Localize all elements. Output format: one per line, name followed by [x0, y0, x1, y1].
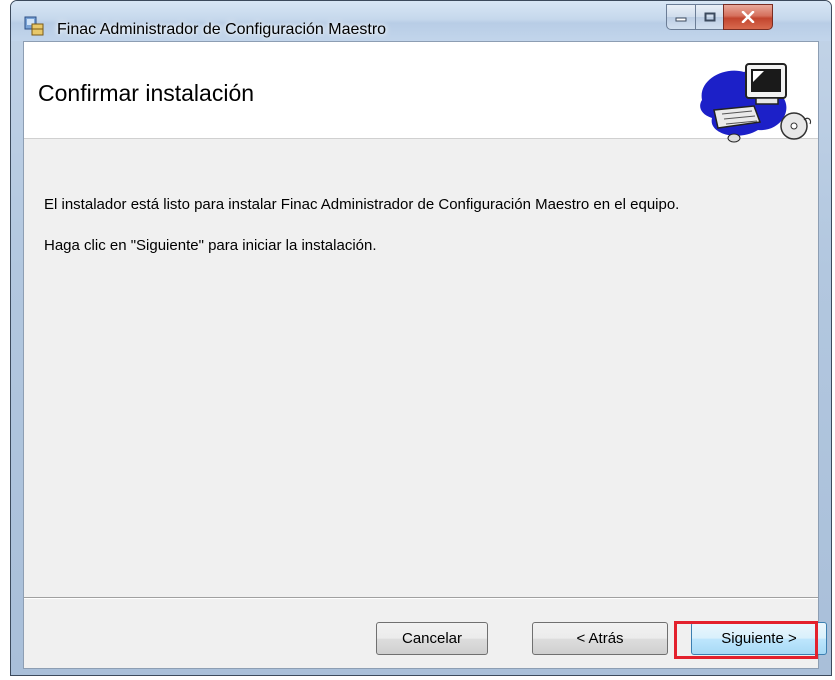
cancel-button[interactable]: Cancelar — [376, 622, 488, 655]
title-bar[interactable]: Finac Administrador de Configuración Mae… — [11, 1, 831, 41]
instruction-message: Haga clic en "Siguiente" para iniciar la… — [44, 237, 377, 254]
close-icon — [741, 11, 755, 23]
installer-icon — [24, 16, 44, 36]
header-banner: Confirmar instalación — [24, 42, 818, 143]
maximize-button[interactable] — [695, 4, 724, 30]
installer-window: Finac Administrador de Configuración Mae… — [10, 0, 832, 676]
footer-divider — [24, 597, 818, 599]
ready-message: El instalador está listo para instalar F… — [44, 196, 680, 213]
next-button[interactable]: Siguiente > — [691, 622, 827, 655]
window-title: Finac Administrador de Configuración Mae… — [57, 21, 387, 38]
dialog-content: Confirmar instalación El instalador está… — [23, 41, 827, 669]
computer-setup-icon — [700, 63, 812, 143]
close-button[interactable] — [723, 4, 773, 30]
page-title: Confirmar instalación — [38, 80, 255, 106]
back-button[interactable]: < Atrás — [532, 622, 668, 655]
maximize-icon — [704, 12, 715, 22]
minimize-icon — [675, 17, 687, 22]
minimize-button[interactable] — [666, 4, 696, 30]
